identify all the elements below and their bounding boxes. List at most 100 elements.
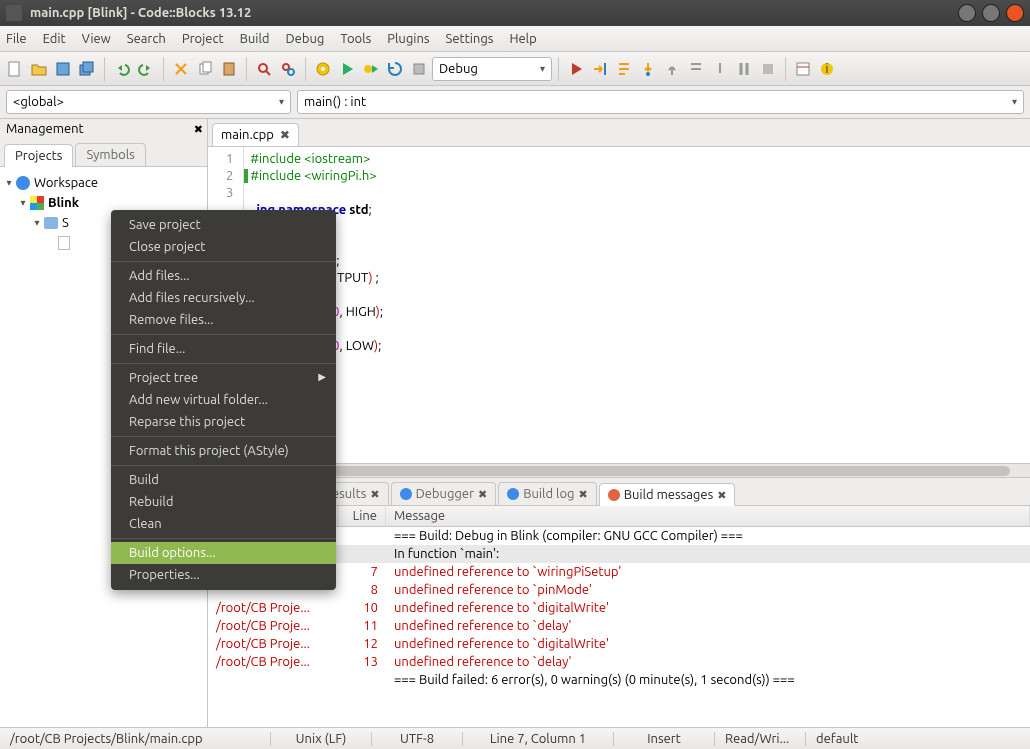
status-position: Line 7, Column 1 [463,732,613,746]
close-icon[interactable]: ✖ [717,489,726,502]
build-icon[interactable] [312,58,334,80]
tab-projects[interactable]: Projects [4,144,73,167]
rebuild-icon[interactable] [384,58,406,80]
ctx-find-file[interactable]: Find file... [111,338,336,360]
ctx-build-options[interactable]: Build options... [111,542,336,564]
table-row[interactable]: /root/CB Proje...10undefined reference t… [208,599,1030,617]
ctx-project-tree[interactable]: Project tree▶ [111,367,336,389]
menu-build[interactable]: Build [240,32,270,46]
replace-icon[interactable] [277,58,299,80]
next-line-icon[interactable] [613,58,635,80]
ctx-properties[interactable]: Properties... [111,564,336,586]
undo-icon[interactable] [111,58,133,80]
ctx-close-project[interactable]: Close project [111,236,336,258]
step-into-icon[interactable] [637,58,659,80]
code-content[interactable]: #include <iostream> #include <wiringPi.h… [244,147,1030,463]
tab-build-log[interactable]: Build log✖ [498,482,597,505]
menu-file[interactable]: File [6,32,27,46]
tree-workspace[interactable]: ▾ Workspace [2,173,205,193]
window-title: main.cpp [Blink] - Code::Blocks 13.12 [30,6,952,20]
scope-row: <global> main() : int [0,86,1030,119]
table-row[interactable]: === Build failed: 6 error(s), 0 warning(… [208,671,1030,689]
find-icon[interactable] [253,58,275,80]
debug-start-icon[interactable] [565,58,587,80]
menu-project[interactable]: Project [182,32,224,46]
ctx-add-new-virtual-folder[interactable]: Add new virtual folder... [111,389,336,411]
close-button[interactable] [1006,4,1024,22]
build-run-icon[interactable] [360,58,382,80]
stop-debug-icon[interactable] [757,58,779,80]
editor-tab-close-icon[interactable]: ✖ [280,128,290,142]
file-icon [58,236,70,250]
menu-help[interactable]: Help [509,32,536,46]
save-icon[interactable] [52,58,74,80]
workspace-icon [16,176,30,190]
ctx-add-files[interactable]: Add files... [111,265,336,287]
project-context-menu[interactable]: Save projectClose projectAdd files...Add… [111,210,336,590]
menu-view[interactable]: View [82,32,111,46]
ctx-build[interactable]: Build [111,469,336,491]
scope-right-select[interactable]: main() : int [297,90,1024,114]
paste-icon[interactable] [218,58,240,80]
cut-icon[interactable] [170,58,192,80]
debugger-icon [400,488,412,500]
tab-symbols[interactable]: Symbols [75,143,145,166]
app-icon [6,5,22,21]
run-to-cursor-icon[interactable] [589,58,611,80]
ctx-remove-files[interactable]: Remove files... [111,309,336,331]
table-row[interactable]: /root/CB Proje...12undefined reference t… [208,635,1030,653]
menu-plugins[interactable]: Plugins [387,32,429,46]
ctx-add-files-recursively[interactable]: Add files recursively... [111,287,336,309]
ctx-reparse-this-project[interactable]: Reparse this project [111,411,336,433]
break-icon[interactable] [733,58,755,80]
build-target-select[interactable]: Debug [432,57,552,81]
folder-icon [44,217,58,229]
close-icon[interactable]: ✖ [370,488,379,501]
step-into-instr-icon[interactable] [709,58,731,80]
status-encoding: UTF-8 [372,732,462,746]
status-path: /root/CB Projects/Blink/main.cpp [0,732,270,746]
editor-tab-main[interactable]: main.cpp ✖ [212,123,299,146]
next-instr-icon[interactable] [685,58,707,80]
run-icon[interactable] [336,58,358,80]
save-all-icon[interactable] [76,58,98,80]
col-message[interactable]: Message [386,506,1030,526]
abort-icon[interactable] [408,58,430,80]
tab-debugger[interactable]: Debugger✖ [391,482,497,505]
tab-build-messages[interactable]: Build messages✖ [599,483,736,506]
status-profile: default [806,732,868,746]
ctx-rebuild[interactable]: Rebuild [111,491,336,513]
info-icon[interactable]: i [816,58,838,80]
ctx-save-project[interactable]: Save project [111,214,336,236]
open-file-icon[interactable] [28,58,50,80]
debug-windows-icon[interactable] [792,58,814,80]
management-tabs: Projects Symbols [0,139,207,167]
close-icon[interactable]: ✖ [478,488,487,501]
scope-left-select[interactable]: <global> [6,90,291,114]
menu-tools[interactable]: Tools [340,32,371,46]
table-row[interactable]: /root/CB Proje...11undefined reference t… [208,617,1030,635]
copy-icon[interactable] [194,58,216,80]
menu-edit[interactable]: Edit [43,32,66,46]
new-file-icon[interactable] [4,58,26,80]
col-line[interactable]: Line [338,506,386,526]
main-toolbar: Debug i [0,52,1030,86]
menu-settings[interactable]: Settings [446,32,494,46]
build-messages-icon [608,489,620,501]
build-target-label: Debug [439,62,478,76]
maximize-button[interactable] [982,4,1000,22]
scope-right-label: main() : int [304,95,366,109]
menu-search[interactable]: Search [127,32,166,46]
minimize-button[interactable] [958,4,976,22]
editor-tabs: main.cpp ✖ [208,119,1030,147]
ctx-format-this-project-astyle[interactable]: Format this project (AStyle) [111,440,336,462]
project-icon [30,196,44,210]
menu-debug[interactable]: Debug [285,32,324,46]
status-eol: Unix (LF) [271,732,371,746]
redo-icon[interactable] [135,58,157,80]
ctx-clean[interactable]: Clean [111,513,336,535]
management-close-icon[interactable]: ✖ [194,123,203,136]
close-icon[interactable]: ✖ [579,488,588,501]
table-row[interactable]: /root/CB Proje...13undefined reference t… [208,653,1030,671]
step-out-icon[interactable] [661,58,683,80]
